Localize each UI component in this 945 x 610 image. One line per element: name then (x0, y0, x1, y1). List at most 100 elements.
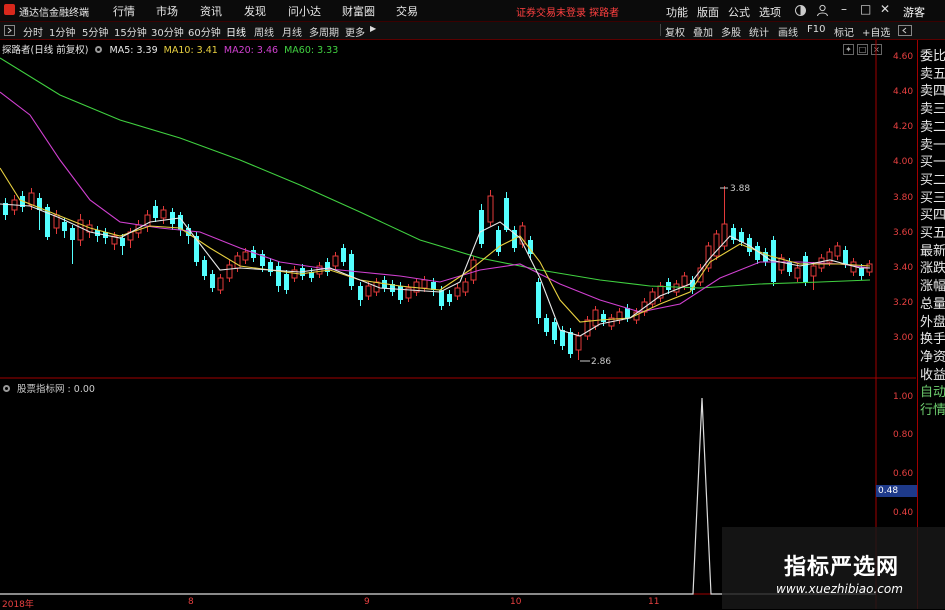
candle-body (284, 274, 289, 290)
candle-body (62, 222, 67, 231)
candle-body (544, 318, 549, 332)
candle-body (421, 279, 428, 289)
candle-body (575, 335, 582, 351)
side-panel-item[interactable]: 委比 (920, 48, 945, 66)
indicator-info-line: 股票指标网 : 0.00 (2, 381, 95, 395)
candle-body (810, 265, 817, 277)
candle-body (341, 248, 346, 262)
candle-body (843, 250, 848, 264)
indicator-y-tick: 0.80 (893, 430, 914, 440)
side-panel-item[interactable]: 总量 (920, 296, 945, 314)
quote-side-panel: 委比 卖五 卖四 卖三 卖二 卖一 买一 买二 买三 买四 买五 最新 涨跌 涨幅 总量 外盘 换手 净资 收益 自动… (917, 40, 945, 609)
side-panel-item[interactable]: 最新 (920, 243, 945, 261)
y-tick: 3.80 (893, 193, 914, 203)
side-panel-auto-quote[interactable]: 自动 (920, 384, 945, 402)
candle-body (470, 259, 477, 281)
candle-body (226, 264, 233, 279)
y-tick: 4.20 (893, 122, 914, 132)
candle-body (536, 282, 541, 318)
candle-body (365, 285, 372, 297)
side-panel-item[interactable]: 买二 (920, 172, 945, 190)
side-panel-item[interactable]: 涨跌 (920, 260, 945, 278)
candle-body (70, 228, 75, 240)
candle-body (584, 319, 591, 337)
y-tick: 4.40 (893, 87, 914, 97)
watermark-url: www.xuezhibiao.com (776, 582, 903, 596)
side-panel-item[interactable]: 买五 (920, 225, 945, 243)
ma60-line (0, 57, 871, 289)
side-panel-item[interactable]: 卖三 (920, 101, 945, 119)
high-annotation: 3.88 (730, 184, 750, 194)
candle-body (398, 286, 403, 300)
side-panel-item[interactable]: 买三 (920, 190, 945, 208)
candle-body (234, 255, 241, 269)
candle-body (276, 266, 281, 286)
candle-body (666, 282, 671, 290)
candle-body (568, 332, 573, 354)
side-panel-item[interactable]: 卖五 (920, 66, 945, 84)
candle-body (681, 275, 688, 287)
candle-body (859, 268, 864, 276)
low-annotation: 2.86 (591, 357, 611, 367)
candle-body (153, 206, 158, 218)
side-panel-item[interactable]: 净资 (920, 349, 945, 367)
side-panel-item[interactable]: 换手 (920, 331, 945, 349)
ma20-line (0, 91, 871, 313)
candle-body (479, 210, 484, 244)
candle-body (349, 254, 354, 286)
candle-body (560, 330, 565, 346)
side-panel-item[interactable]: 外盘 (920, 314, 945, 332)
candle-body (552, 322, 557, 340)
y-tick: 3.60 (893, 228, 914, 238)
side-panel-item[interactable]: 卖二 (920, 119, 945, 137)
candle-body (447, 294, 452, 302)
candle-body (454, 287, 461, 297)
candle-body (202, 260, 207, 276)
candle-body (170, 212, 175, 224)
price-chart[interactable]: 3.88 2.86 (0, 0, 945, 609)
candle-body (487, 195, 494, 223)
indicator-y-tick: 0.40 (893, 508, 914, 518)
watermark-overlay: 指标严选网 www.xuezhibiao.com (722, 527, 945, 609)
candle-body (794, 267, 801, 279)
candle-body (242, 251, 249, 261)
watermark-title: 指标严选网 (784, 555, 900, 580)
side-panel-item[interactable]: 卖一 (920, 137, 945, 155)
candle-body (332, 255, 339, 267)
candle-body (251, 250, 256, 258)
indicator-y-tick: 0.60 (893, 469, 914, 479)
x-tick: 8 (188, 597, 194, 607)
candle-body (210, 274, 215, 288)
candle-body (28, 192, 35, 206)
candle-body (601, 314, 606, 322)
side-panel-item[interactable]: 卖四 (920, 83, 945, 101)
candle-body (673, 283, 680, 293)
side-panel-item[interactable]: 买四 (920, 207, 945, 225)
candle-body (834, 245, 841, 257)
y-tick: 3.40 (893, 263, 914, 273)
x-tick: 10 (510, 597, 522, 607)
candle-body (462, 281, 469, 293)
side-panel-auto-quote[interactable]: 行情 (920, 402, 945, 420)
candle-body (625, 308, 630, 318)
candle-body (592, 309, 599, 327)
candle-body (120, 238, 125, 246)
side-panel-item[interactable]: 涨幅 (920, 278, 945, 296)
candle-body (217, 277, 224, 291)
candle-body (803, 256, 808, 282)
x-tick: 2018年 (2, 600, 34, 610)
indicator-label: 股票指标网 : 0.00 (17, 384, 95, 395)
side-panel-item[interactable]: 买一 (920, 154, 945, 172)
side-panel-item[interactable]: 收益 (920, 367, 945, 385)
candle-body (160, 209, 167, 219)
y-tick: 3.00 (893, 333, 914, 343)
candle-body (358, 286, 363, 300)
indicator-value-marker: 0.48 (876, 485, 918, 497)
y-tick: 4.00 (893, 157, 914, 167)
y-tick: 3.20 (893, 298, 914, 308)
indicator-gear-icon[interactable] (2, 384, 11, 393)
x-tick: 11 (648, 597, 660, 607)
indicator-y-tick: 1.00 (893, 392, 914, 402)
x-tick: 9 (364, 597, 370, 607)
y-tick: 4.60 (893, 52, 914, 62)
